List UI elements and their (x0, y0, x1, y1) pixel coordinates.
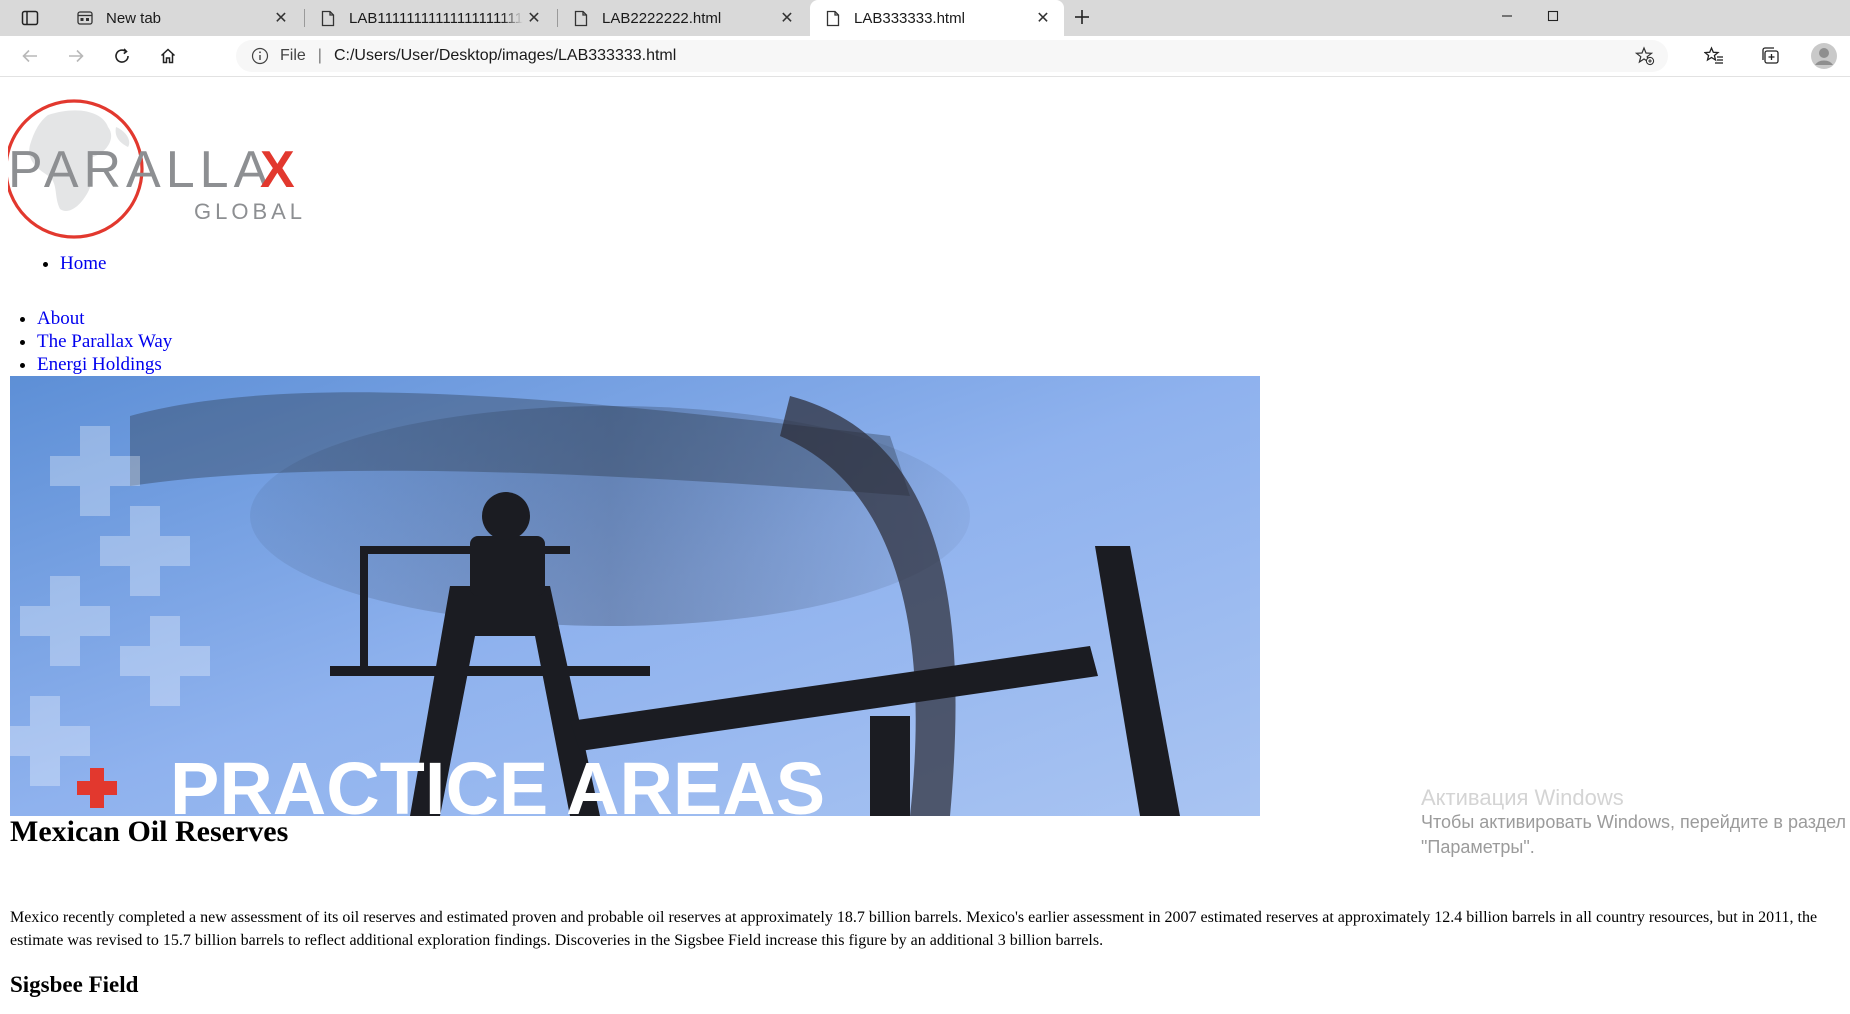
maximize-icon (1547, 10, 1559, 22)
collections-button[interactable] (1752, 38, 1788, 74)
add-favorite-icon[interactable] (1630, 41, 1660, 71)
new-tab-icon (76, 9, 94, 27)
profile-button[interactable] (1806, 38, 1842, 74)
tab-label: LAB2222222.html (602, 9, 722, 27)
file-icon (824, 9, 842, 27)
favorites-icon (1704, 46, 1723, 64)
nav-item-about: About (37, 307, 172, 330)
watermark-line2: "Параметры". (1421, 837, 1535, 857)
browser-toolbar: File | C:/Users/User/Desktop/images/LAB3… (0, 36, 1850, 77)
info-icon[interactable] (250, 46, 270, 66)
tab-label: LAB333333.html (854, 9, 965, 27)
hero-title-text: PRACTICE AREAS (170, 747, 825, 816)
collections-icon (1762, 47, 1779, 64)
nav-item-energi-holdings: Energi Holdings (37, 353, 172, 376)
logo-x: X (260, 141, 295, 199)
parallax-logo: PARALLA X GLOBAL. (4, 97, 312, 241)
nav-item-home: Home (60, 252, 106, 275)
forward-arrow-icon (69, 49, 84, 63)
close-icon[interactable]: ✕ (270, 7, 292, 29)
tab-actions-button[interactable] (12, 0, 48, 36)
page-title: Mexican Oil Reserves (10, 815, 289, 848)
maximize-button[interactable] (1530, 0, 1576, 32)
favorites-button[interactable] (1696, 38, 1732, 74)
hero-title: PRACTICE AREAS (77, 747, 825, 816)
logo-wordmark: PARALLA (8, 141, 273, 199)
close-icon[interactable]: ✕ (523, 7, 545, 29)
home-icon (160, 48, 176, 64)
file-icon (319, 9, 337, 27)
tab-label: New tab (106, 9, 162, 27)
url-scheme: File (280, 47, 306, 64)
new-tab-button[interactable] (1064, 0, 1100, 34)
watermark-title: Активация Windows (1421, 785, 1624, 810)
tab-lab1[interactable]: LAB111111111111111111111111111111 ✕ (305, 0, 555, 36)
file-icon (572, 9, 590, 27)
refresh-icon (115, 48, 129, 63)
close-icon[interactable]: ✕ (776, 7, 798, 29)
avatar-icon (1811, 43, 1837, 69)
url-text[interactable]: C:/Users/User/Desktop/images/LAB333333.h… (334, 47, 1630, 65)
minimize-icon (1502, 15, 1512, 17)
plus-icon (1075, 10, 1089, 24)
tab-new-tab[interactable]: New tab ✕ (62, 0, 302, 36)
page-content: PARALLA X GLOBAL. Home About The Paralla… (0, 77, 1850, 1014)
watermark-line1: Чтобы активировать Windows, перейдите в … (1421, 812, 1847, 832)
tab-label: LAB111111111111111111111111111111 (349, 9, 523, 27)
windows-activation-watermark: Активация Windows Чтобы активировать Win… (1421, 785, 1846, 860)
article-paragraph: Mexico recently completed a new assessme… (10, 909, 1818, 949)
tab-bar: New tab ✕ LAB111111111111111111111111111… (0, 0, 1850, 36)
nav-link-parallax-way[interactable]: The Parallax Way (37, 331, 172, 352)
back-arrow-icon (22, 49, 37, 63)
logo-subtitle: GLOBAL. (194, 199, 308, 224)
nav-item-parallax-way: The Parallax Way (37, 330, 172, 353)
back-button[interactable] (12, 38, 48, 74)
forward-button[interactable] (58, 38, 94, 74)
primary-nav: Home (40, 252, 106, 275)
nav-link-energi-holdings[interactable]: Energi Holdings (37, 354, 162, 375)
address-bar[interactable]: File | C:/Users/User/Desktop/images/LAB3… (236, 40, 1668, 72)
section-heading: Sigsbee Field (10, 972, 139, 997)
nav-link-about[interactable]: About (37, 308, 85, 329)
url-divider: | (317, 47, 322, 64)
tab-lab3[interactable]: LAB333333.html ✕ (810, 0, 1064, 36)
minimize-button[interactable] (1484, 0, 1530, 32)
home-button[interactable] (150, 38, 186, 74)
secondary-nav: About The Parallax Way Energi Holdings (8, 307, 172, 376)
close-icon[interactable]: ✕ (1032, 7, 1054, 29)
refresh-button[interactable] (104, 38, 140, 74)
tab-actions-icon (21, 10, 39, 26)
tab-lab2[interactable]: LAB2222222.html ✕ (558, 0, 808, 36)
hero-banner: PRACTICE AREAS (10, 376, 1260, 816)
nav-link-home[interactable]: Home (60, 253, 106, 274)
